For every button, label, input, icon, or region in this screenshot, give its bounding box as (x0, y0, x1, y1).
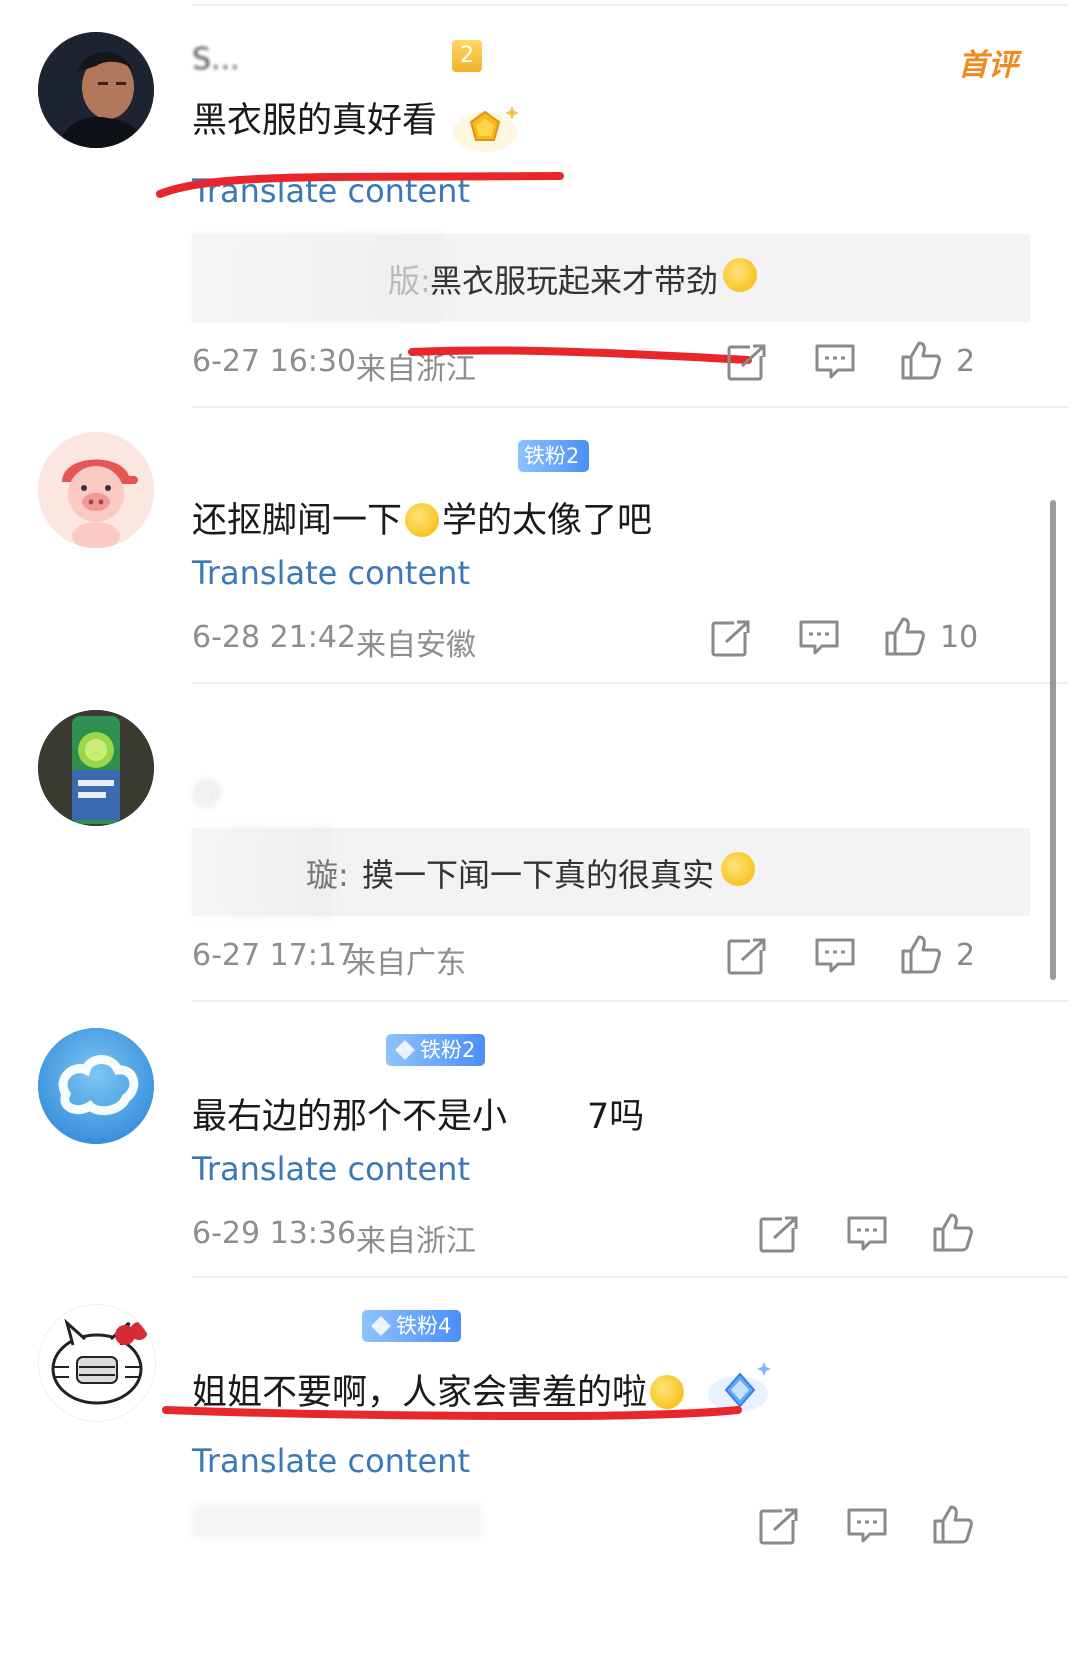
comment-location: 来自广东 (346, 946, 466, 981)
comment-icon[interactable] (846, 1506, 888, 1546)
avatar[interactable] (38, 32, 154, 148)
comment-text: 最右边的那个不是小 7吗 (192, 1088, 644, 1139)
reply-prefix: 版: (388, 262, 431, 300)
fan-badge-label: 铁粉2 (420, 1038, 476, 1062)
comment-text-part: 最右边的那个不是小 (192, 1097, 508, 1137)
comment-text-part: 7吗 (587, 1097, 645, 1137)
red-annotation-underline (156, 172, 564, 198)
comment-item: 铁粉4 姐姐不要啊，人家会害羞的啦 Translate content (0, 1278, 1080, 1672)
red-annotation-line (408, 346, 752, 364)
like-count: 2 (956, 938, 976, 973)
reply-text: 摸一下闻一下真的很真实 (362, 856, 715, 894)
like-count: 10 (940, 620, 979, 655)
comment-date: 6-29 13:36 (192, 1216, 357, 1251)
crown-badge-icon (453, 106, 519, 152)
share-icon[interactable] (758, 1214, 800, 1254)
reply-preview[interactable]: 璇: 摸一下闻一下真的很真实 (192, 828, 1030, 916)
username[interactable]: S... (192, 42, 240, 77)
fan-badge-label: 铁粉4 (396, 1314, 452, 1338)
first-comment-tag: 首评 (958, 48, 1018, 83)
share-icon[interactable] (758, 1506, 800, 1546)
like-count: 2 (956, 344, 976, 379)
doge-emoji-icon (723, 258, 757, 292)
share-icon[interactable] (726, 936, 768, 976)
comment-item: @ 璇: 摸一下闻一下真的很真实 6-27 17:17 来自广东 2 (0, 684, 1080, 1002)
thumbs-up-icon[interactable] (932, 1504, 974, 1544)
comment-icon[interactable] (814, 936, 856, 976)
comment-text-part: 学的太像了吧 (442, 501, 653, 541)
comment-text-part: 还抠脚闻一下 (192, 501, 403, 541)
translate-link[interactable]: Translate content (192, 554, 470, 592)
comment-icon[interactable] (798, 618, 840, 658)
scrollbar[interactable] (1050, 500, 1056, 980)
share-icon[interactable] (726, 342, 768, 382)
share-icon[interactable] (710, 618, 752, 658)
reply-prefix: 璇: (306, 856, 349, 894)
shy-emoji-icon (721, 852, 755, 886)
red-annotation-underline (162, 1406, 742, 1421)
comment-item: S... 2 首评 黑衣服的真好看 Translate content 版: 黑… (0, 0, 1080, 410)
translate-link[interactable]: Translate content (192, 1150, 470, 1188)
diamond-icon (395, 1040, 415, 1060)
comment-date: 6-27 16:30 (192, 344, 357, 379)
comment-item: 铁粉2 最右边的那个不是小 7吗 Translate content 6-29 1… (0, 1002, 1080, 1278)
diamond-icon (371, 1316, 391, 1336)
avatar[interactable] (38, 432, 154, 548)
reply-preview[interactable]: 版: 黑衣服玩起来才带劲 (192, 234, 1030, 322)
avatar[interactable] (38, 1028, 154, 1144)
avatar[interactable] (38, 1304, 156, 1422)
translate-link[interactable]: Translate content (192, 1442, 470, 1480)
avatar[interactable] (38, 710, 154, 826)
thumbs-up-icon[interactable] (884, 616, 926, 656)
fan-badge: 铁粉4 (362, 1310, 462, 1342)
comment-date: 6-28 21:42 (192, 620, 357, 655)
comment-icon[interactable] (814, 342, 856, 382)
reply-mention[interactable]: @ (192, 774, 222, 809)
comment-date: 6-27 17:17 (192, 938, 357, 973)
divider (192, 406, 1068, 408)
blurred-meta (192, 1504, 482, 1538)
comment-location: 来自安徽 (356, 628, 476, 663)
fan-badge: 2 (452, 40, 482, 72)
fan-badge-label: 铁粉2 (524, 444, 580, 468)
fan-badge: 铁粉2 (386, 1034, 486, 1066)
thumbs-up-icon[interactable] (932, 1212, 974, 1252)
laughing-crying-emoji-icon (405, 503, 440, 537)
fan-badge: 铁粉2 (518, 440, 590, 472)
comment-item: 铁粉2 还抠脚闻一下 学的太像了吧 Translate content 6-28 … (0, 410, 1080, 684)
comment-text: 还抠脚闻一下 学的太像了吧 (192, 492, 652, 543)
comment-icon[interactable] (846, 1214, 888, 1254)
thumbs-up-icon[interactable] (900, 934, 942, 974)
thumbs-up-icon[interactable] (900, 340, 942, 380)
comment-text: 黑衣服的真好看 (192, 101, 438, 141)
comment-location: 来自浙江 (356, 1224, 476, 1259)
reply-text: 黑衣服玩起来才带劲 (430, 262, 719, 300)
